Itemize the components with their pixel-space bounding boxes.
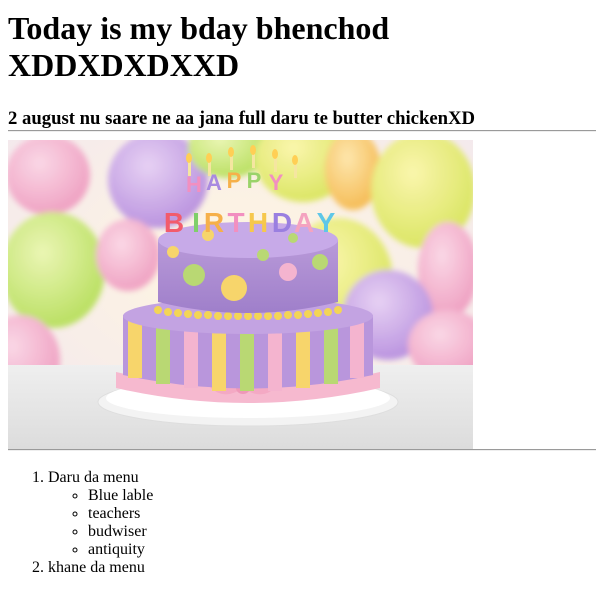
- page-title: Today is my bday bhenchod XDDXDXDXXD: [8, 10, 390, 83]
- page-subtitle: 2 august nu saare ne aa jana full daru t…: [8, 108, 476, 129]
- birthday-cake-image: H A P P Y B I R T H D A Y: [8, 140, 473, 449]
- divider-top: [8, 130, 596, 132]
- list-item: khane da menu: [48, 559, 596, 577]
- svg-text:H: H: [248, 207, 268, 238]
- list-item-label: Daru da menu: [48, 469, 139, 486]
- svg-text:Y: Y: [269, 170, 284, 195]
- svg-text:Y: Y: [317, 207, 336, 238]
- page: Today is my bday bhenchod XDDXDXDXXD 2 a…: [0, 10, 604, 577]
- divider-bottom: [8, 449, 596, 451]
- svg-text:R: R: [204, 207, 224, 238]
- list-item: Daru da menu Blue lable teachers budwise…: [48, 469, 596, 559]
- svg-text:P: P: [247, 168, 262, 193]
- svg-text:P: P: [227, 168, 242, 193]
- svg-text:A: A: [294, 207, 314, 238]
- svg-text:D: D: [272, 207, 292, 238]
- svg-text:I: I: [192, 207, 200, 238]
- list-item: budwiser: [88, 523, 596, 541]
- list-item: antiquity: [88, 541, 596, 559]
- svg-text:H: H: [186, 172, 202, 197]
- svg-text:A: A: [206, 170, 222, 195]
- list-item: Blue lable: [88, 487, 596, 505]
- svg-text:T: T: [227, 207, 244, 238]
- sublist: Blue lable teachers budwiser antiquity: [48, 487, 596, 559]
- svg-text:B: B: [164, 207, 184, 238]
- menu-list: Daru da menu Blue lable teachers budwise…: [8, 469, 596, 577]
- list-item: teachers: [88, 505, 596, 523]
- list-item-label: khane da menu: [48, 559, 145, 576]
